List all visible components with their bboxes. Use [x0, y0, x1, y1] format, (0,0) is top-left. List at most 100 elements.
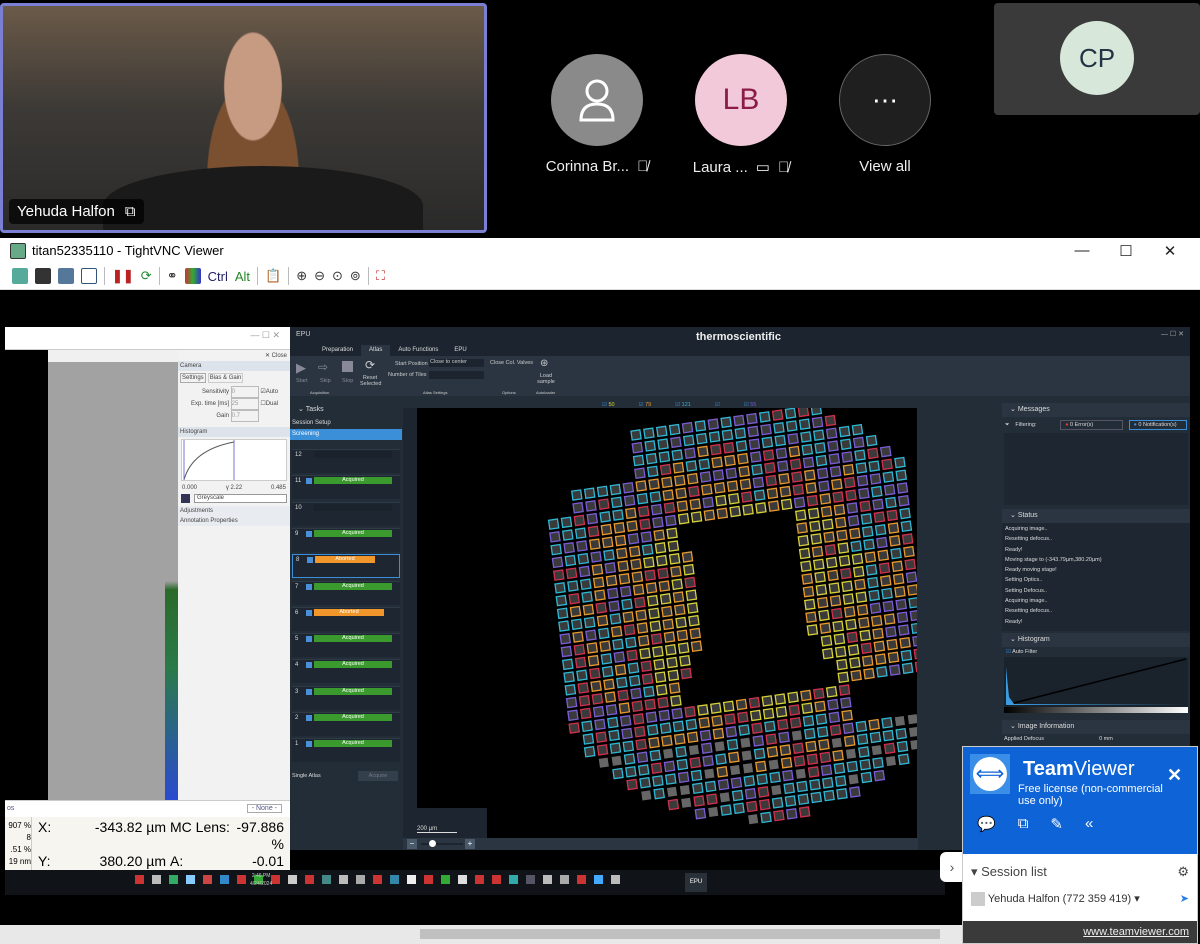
task-checkbox[interactable] [306, 609, 312, 616]
grid-square[interactable] [581, 720, 593, 733]
grid-square[interactable] [818, 609, 830, 622]
task-checkbox[interactable] [306, 688, 312, 695]
task-row[interactable]: 12 [292, 449, 400, 473]
grid-square[interactable] [567, 709, 579, 722]
grid-square[interactable] [843, 735, 856, 747]
grid-square[interactable] [623, 623, 636, 636]
start-button[interactable]: ▶ [296, 360, 306, 376]
grid-square[interactable] [658, 709, 671, 722]
grid-square[interactable] [561, 529, 574, 541]
grid-square[interactable] [755, 760, 767, 773]
grid-square[interactable] [688, 744, 700, 756]
grid-square[interactable] [619, 714, 632, 727]
grid-square[interactable] [784, 795, 797, 807]
grid-square[interactable] [810, 533, 823, 545]
grid-square[interactable] [831, 607, 843, 620]
grid-square[interactable] [831, 478, 843, 491]
grid-square[interactable] [872, 627, 884, 640]
grid-square[interactable] [788, 704, 801, 716]
grid-square[interactable] [711, 456, 723, 469]
grid-square[interactable] [907, 714, 917, 725]
grid-square[interactable] [569, 605, 582, 618]
grid-square[interactable] [800, 689, 812, 702]
zoom-in-button[interactable]: + [465, 839, 475, 849]
grid-square[interactable] [713, 482, 726, 494]
grid-square[interactable] [792, 483, 805, 496]
grid-square[interactable] [630, 687, 642, 700]
task-row[interactable]: 7 Acquired [292, 580, 400, 605]
maximize-button[interactable]: ☐ [1104, 238, 1148, 263]
grid-square[interactable] [837, 542, 850, 554]
grid-square[interactable] [806, 624, 819, 636]
grid-square[interactable] [664, 773, 677, 785]
grid-square[interactable] [627, 662, 640, 674]
close-col-valves-button[interactable]: Close Col. Valves [490, 360, 533, 366]
taskbar-app-icon[interactable] [169, 875, 178, 884]
grid-square[interactable] [594, 718, 606, 731]
grid-square[interactable] [685, 589, 698, 602]
tab-atlas[interactable]: Atlas [361, 345, 391, 356]
grid-square[interactable] [869, 602, 882, 614]
grid-square[interactable] [793, 755, 806, 767]
grid-square[interactable] [801, 443, 814, 456]
grid-square[interactable] [589, 538, 601, 550]
grid-square[interactable] [681, 421, 694, 434]
grid-square[interactable] [914, 660, 917, 673]
grid-square[interactable] [628, 545, 641, 558]
grid-square[interactable] [814, 571, 826, 583]
grid-square[interactable] [673, 474, 686, 487]
grid-square[interactable] [598, 757, 609, 768]
grid-square[interactable] [803, 598, 816, 611]
grid-square[interactable] [798, 418, 811, 431]
grid-square[interactable] [743, 775, 756, 787]
grid-square[interactable] [681, 797, 692, 808]
grid-square[interactable] [742, 503, 754, 516]
grid-square[interactable] [636, 492, 649, 505]
grid-square[interactable] [845, 618, 857, 631]
grid-square[interactable] [596, 485, 609, 498]
grid-square[interactable] [779, 485, 792, 498]
grid-square[interactable] [836, 658, 848, 671]
grid-square[interactable] [833, 633, 846, 645]
grid-square[interactable] [882, 600, 895, 613]
grid-square[interactable] [881, 458, 893, 471]
taskbar-app-icon[interactable] [271, 875, 280, 884]
taskbar-app-icon[interactable] [458, 875, 467, 884]
grid-square[interactable] [676, 500, 689, 512]
grid-square[interactable] [894, 456, 906, 469]
grid-square[interactable] [685, 460, 698, 472]
grid-square[interactable] [775, 706, 788, 718]
grid-square[interactable] [605, 704, 618, 716]
grid-square[interactable] [645, 711, 658, 723]
grid-square[interactable] [910, 739, 917, 750]
grid-square[interactable] [871, 745, 882, 756]
grid-square[interactable] [769, 771, 781, 784]
grid-square[interactable] [686, 731, 699, 744]
grid-square[interactable] [819, 622, 832, 634]
grid-square[interactable] [846, 502, 859, 514]
grid-square[interactable] [819, 493, 832, 505]
grid-square[interactable] [843, 605, 856, 618]
grid-square[interactable] [874, 524, 887, 536]
grid-square[interactable] [595, 602, 608, 614]
grid-square[interactable] [851, 423, 864, 436]
grid-square[interactable] [776, 460, 789, 472]
grid-square[interactable] [653, 787, 665, 800]
tab-preparation[interactable]: Preparation [314, 345, 361, 356]
grid-square[interactable] [766, 746, 779, 758]
grid-square[interactable] [725, 467, 738, 480]
grid-square[interactable] [805, 611, 817, 624]
task-row[interactable]: 11 Acquired [292, 475, 400, 500]
grid-square[interactable] [813, 558, 825, 571]
grid-square[interactable] [850, 540, 862, 553]
grid-square[interactable] [682, 434, 695, 447]
grid-square[interactable] [870, 485, 883, 498]
grid-square[interactable] [609, 483, 622, 496]
task-checkbox[interactable] [306, 636, 312, 643]
grid-square[interactable] [848, 774, 859, 785]
grid-square[interactable] [798, 806, 811, 818]
grid-square[interactable] [766, 487, 779, 500]
grid-square[interactable] [851, 553, 864, 565]
grid-square[interactable] [710, 702, 722, 714]
grid-square[interactable] [755, 502, 767, 514]
